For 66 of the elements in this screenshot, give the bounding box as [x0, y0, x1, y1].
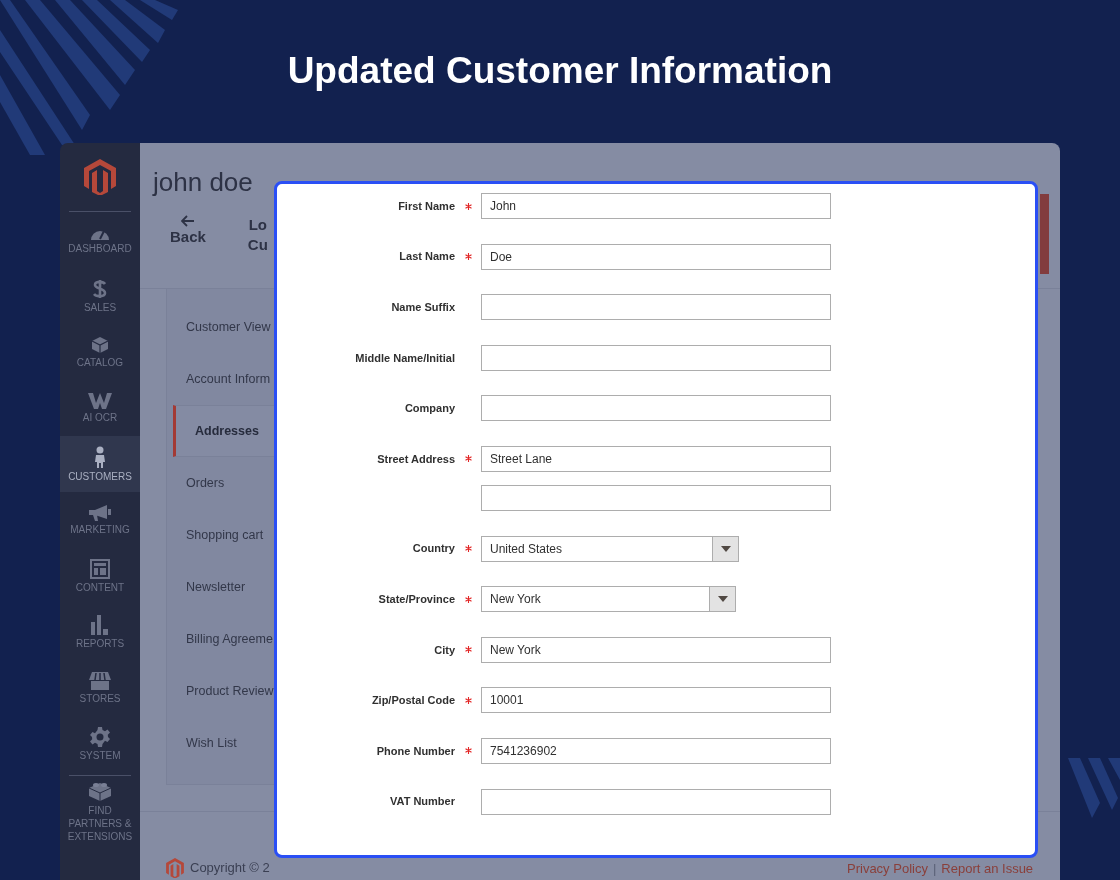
field-label: Phone Number — [375, 743, 455, 759]
input-field[interactable]: John — [481, 193, 831, 219]
nav-item[interactable]: STORES — [60, 660, 140, 716]
required-icon — [464, 202, 472, 210]
dropdown[interactable]: New York — [481, 586, 736, 613]
megaphone-icon — [89, 504, 111, 521]
field-label: Last Name — [398, 249, 455, 265]
nav-item[interactable]: REPORTS — [60, 604, 140, 660]
field-label: Country — [411, 541, 455, 557]
field-label: Company — [403, 401, 455, 417]
copyright-text: Copyright © 2 — [190, 858, 270, 877]
nav-item[interactable]: CUSTOMERS — [60, 436, 140, 492]
input-field[interactable]: 10001 — [481, 687, 831, 714]
required-icon — [464, 545, 472, 553]
field-label: First Name — [397, 198, 455, 214]
input-field[interactable] — [481, 294, 831, 321]
nav-item[interactable]: FIND PARTNERS & EXTENSIONS — [60, 779, 140, 843]
bar-chart-icon — [91, 614, 109, 635]
field-label: City — [433, 642, 455, 658]
input-field[interactable] — [481, 788, 831, 815]
input-field[interactable] — [481, 344, 831, 371]
footer-link[interactable]: Privacy Policy — [847, 859, 928, 879]
dropdown[interactable]: United States — [481, 535, 739, 562]
input-field[interactable] — [481, 484, 831, 511]
input-field[interactable]: Doe — [481, 243, 831, 270]
field-label: Middle Name/Initial — [354, 350, 455, 366]
nav-item[interactable]: AI OCR — [60, 380, 140, 436]
nav-item[interactable]: CONTENT — [60, 548, 140, 604]
required-icon — [464, 595, 472, 603]
required-icon — [464, 696, 472, 704]
input-field[interactable]: Street Lane — [481, 445, 831, 472]
person-icon — [94, 445, 106, 468]
field-label: Zip/Postal Code — [370, 693, 455, 709]
page-title: john doe — [153, 166, 253, 199]
logo-icon — [166, 857, 184, 878]
input-field[interactable]: 7541236902 — [481, 737, 831, 764]
layout-icon — [90, 558, 110, 579]
input-field[interactable]: New York — [481, 636, 831, 663]
dollar-icon — [93, 278, 107, 299]
input-field[interactable] — [481, 395, 831, 422]
storefront-icon — [89, 671, 111, 690]
box-icon — [91, 335, 109, 354]
nav-item[interactable]: MARKETING — [60, 492, 140, 548]
caret-icon — [720, 545, 731, 552]
logo-icon — [84, 159, 116, 195]
w-letter-icon — [88, 392, 112, 409]
headline: Updated Customer Information — [287, 48, 833, 93]
field-label: Name Suffix — [390, 299, 455, 315]
toolbar-button[interactable]: Lo Cu — [247, 215, 268, 255]
separator: | — [932, 860, 937, 878]
field-label: State/Province — [377, 591, 455, 607]
nav-item[interactable]: SALES — [60, 268, 140, 324]
field-label: Street Address — [376, 451, 455, 467]
back-button[interactable]: Back — [170, 215, 206, 255]
arrow-left-icon — [180, 215, 195, 227]
required-icon — [464, 646, 472, 654]
required-icon — [464, 455, 472, 463]
nav-item[interactable]: CATALOG — [60, 324, 140, 380]
nav-item[interactable]: SYSTEM — [60, 716, 140, 772]
caret-icon — [717, 596, 728, 603]
field-label: VAT Number — [389, 794, 455, 810]
nav-item[interactable]: DASHBOARD — [60, 212, 140, 268]
required-icon — [464, 747, 472, 755]
footer-link[interactable]: Report an Issue — [941, 859, 1034, 879]
settings-icon — [90, 726, 110, 747]
required-icon — [464, 253, 472, 261]
